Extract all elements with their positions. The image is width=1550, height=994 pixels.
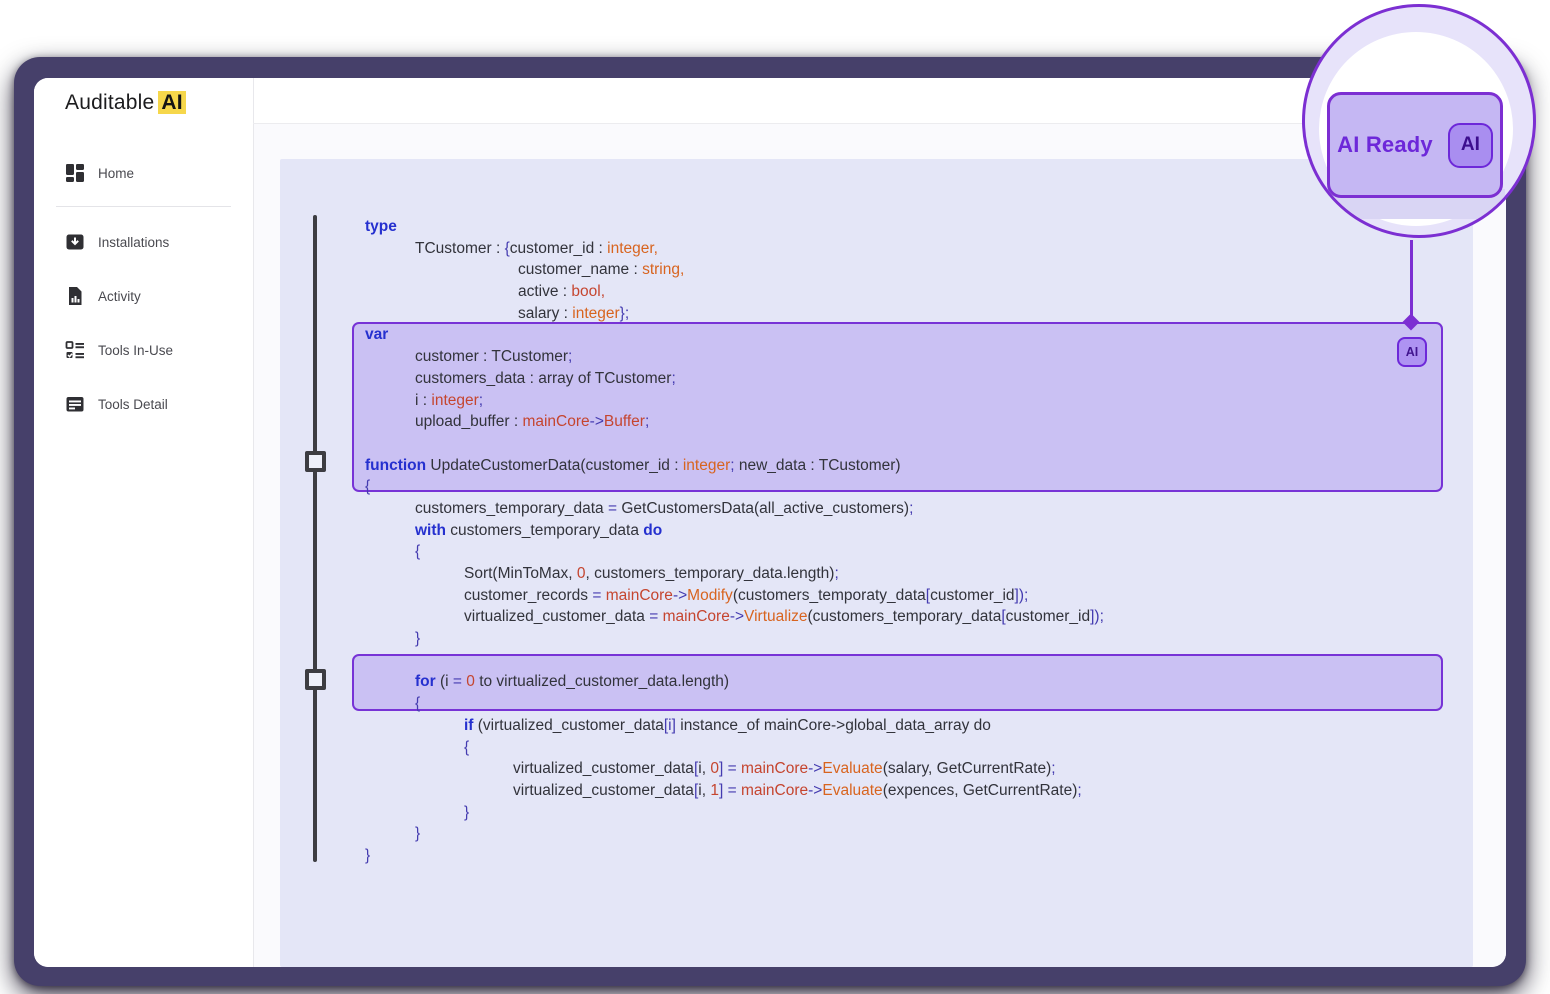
code-line: } (280, 802, 1473, 824)
code-line: customers_temporary_data = GetCustomersD… (280, 498, 1473, 520)
code-line: virtualized_customer_data[i, 1] = mainCo… (280, 780, 1473, 802)
code-line: var (280, 324, 1473, 346)
code-panel: AI typeTCustomer : {customer_id : intege… (280, 159, 1473, 967)
sidebar-item-home[interactable]: Home (34, 160, 253, 186)
app-window: AuditableAI Home (34, 78, 1506, 967)
code-line (280, 433, 1473, 455)
code-line: if (virtualized_customer_data[i] instanc… (280, 715, 1473, 737)
sidebar-item-label: Home (98, 166, 134, 181)
dashboard-icon (65, 163, 85, 183)
ai-ready-badge: AI Ready AI (1327, 92, 1503, 198)
code-line: type (280, 216, 1473, 238)
code-line: for (i = 0 to virtualized_customer_data.… (280, 671, 1473, 693)
code-line: customer_records = mainCore->Modify(cust… (280, 585, 1473, 607)
code-line: with customers_temporary_data do (280, 520, 1473, 542)
code-line: function UpdateCustomerData(customer_id … (280, 455, 1473, 477)
sidebar-item-tools-detail[interactable]: Tools Detail (34, 391, 253, 417)
code-line: { (280, 693, 1473, 715)
magnifier-circle: AI Ready AI (1302, 4, 1536, 238)
tools-in-use-icon (65, 340, 85, 360)
code-line: i : integer; (280, 390, 1473, 412)
code-line: customer_name : string, (280, 259, 1473, 281)
code-line: customers_data : array of TCustomer; (280, 368, 1473, 390)
code-line: Sort(MinToMax, 0, customers_temporary_da… (280, 563, 1473, 585)
sidebar-divider (56, 206, 231, 207)
app-logo: AuditableAI (65, 91, 186, 115)
code-line: { (280, 737, 1473, 759)
sidebar-item-label: Installations (98, 235, 169, 250)
install-icon (65, 232, 85, 252)
code-line: salary : integer}; (280, 303, 1473, 325)
code-line: virtualized_customer_data[i, 0] = mainCo… (280, 758, 1473, 780)
code-line (280, 650, 1473, 672)
logo-ai-badge: AI (158, 91, 185, 114)
tools-detail-icon (65, 394, 85, 414)
sidebar-item-activity[interactable]: Activity (34, 283, 253, 309)
code-line: } (280, 628, 1473, 650)
code-line: virtualized_customer_data = mainCore->Vi… (280, 606, 1473, 628)
code-line: customer : TCustomer; (280, 346, 1473, 368)
code-line: active : bool, (280, 281, 1473, 303)
sidebar-item-label: Tools In-Use (98, 343, 173, 358)
callout-connector-line (1410, 240, 1413, 316)
code-line: upload_buffer : mainCore->Buffer; (280, 411, 1473, 433)
sidebar-item-installations[interactable]: Installations (34, 229, 253, 255)
ai-ready-chip: AI (1448, 123, 1493, 168)
code-line: TCustomer : {customer_id : integer, (280, 238, 1473, 260)
sidebar-item-tools-in-use[interactable]: Tools In-Use (34, 337, 253, 363)
activity-icon (65, 286, 85, 306)
code-line: { (280, 476, 1473, 498)
code-line: } (280, 823, 1473, 845)
page: AuditableAI Home (0, 0, 1550, 994)
sidebar-item-label: Tools Detail (98, 397, 168, 412)
sidebar: AuditableAI Home (34, 78, 254, 967)
code-block: typeTCustomer : {customer_id : integer,c… (280, 216, 1473, 867)
logo-text: Auditable (65, 91, 154, 114)
code-line: } (280, 845, 1473, 867)
code-line: { (280, 541, 1473, 563)
ai-ready-label: AI Ready (1337, 132, 1433, 158)
sidebar-item-label: Activity (98, 289, 141, 304)
